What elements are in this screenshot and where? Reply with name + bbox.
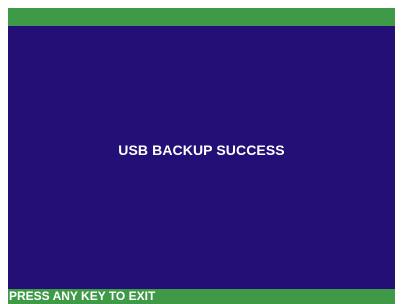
top-status-bar xyxy=(8,8,395,26)
exit-prompt-text: PRESS ANY KEY TO EXIT xyxy=(9,289,156,303)
dvr-dialog-screen[interactable]: USB BACKUP SUCCESS PRESS ANY KEY TO EXIT xyxy=(8,8,395,304)
backup-status-message: USB BACKUP SUCCESS xyxy=(118,142,285,158)
bottom-prompt-bar: PRESS ANY KEY TO EXIT xyxy=(8,289,395,304)
